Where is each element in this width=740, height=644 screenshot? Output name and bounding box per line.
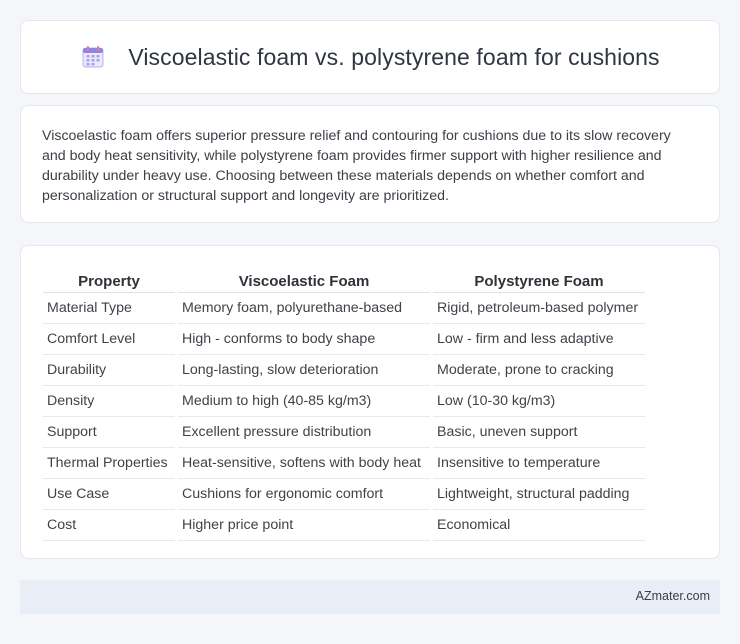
- table-header-row: Property Viscoelastic Foam Polystyrene F…: [43, 264, 645, 293]
- page-title: Viscoelastic foam vs. polystyrene foam f…: [128, 43, 660, 70]
- column-header-viscoelastic: Viscoelastic Foam: [178, 264, 430, 293]
- title-card: Viscoelastic foam vs. polystyrene foam f…: [20, 20, 720, 94]
- comparison-table-card: Property Viscoelastic Foam Polystyrene F…: [20, 245, 720, 559]
- table-cell-polystyrene: Economical: [433, 510, 645, 541]
- table-cell-property: Comfort Level: [43, 324, 175, 355]
- comparison-table: Property Viscoelastic Foam Polystyrene F…: [40, 264, 648, 541]
- table-cell-polystyrene: Basic, uneven support: [433, 417, 645, 448]
- table-cell-polystyrene: Low - firm and less adaptive: [433, 324, 645, 355]
- table-cell-property: Durability: [43, 355, 175, 386]
- table-row: Use Case Cushions for ergonomic comfort Li…: [43, 479, 645, 510]
- summary-text: Viscoelastic foam offers superior pressu…: [42, 128, 671, 204]
- table-cell-polystyrene: Insensitive to temperature: [433, 448, 645, 479]
- table-row: Material Type Memory foam, polyurethane-b…: [43, 293, 645, 324]
- table-row: Thermal Properties Heat-sensitive, soften…: [43, 448, 645, 479]
- table-cell-viscoelastic: High - conforms to body shape: [178, 324, 430, 355]
- table-row: Comfort Level High - conforms to body sha…: [43, 324, 645, 355]
- column-header-property: Property: [43, 264, 175, 293]
- table-cell-property: Thermal Properties: [43, 448, 175, 479]
- table-cell-viscoelastic: Cushions for ergonomic comfort: [178, 479, 430, 510]
- footer: AZmater.com: [20, 580, 720, 614]
- table-row: Density Medium to high (40-85 kg/m3) Low (…: [43, 386, 645, 417]
- table-cell-property: Support: [43, 417, 175, 448]
- table-cell-viscoelastic: Long-lasting, slow deterioration: [178, 355, 430, 386]
- table-cell-viscoelastic: Excellent pressure distribution: [178, 417, 430, 448]
- table-cell-polystyrene: Rigid, petroleum-based polymer: [433, 293, 645, 324]
- table-cell-property: Density: [43, 386, 175, 417]
- table-cell-viscoelastic: Heat-sensitive, softens with body heat: [178, 448, 430, 479]
- table-cell-property: Use Case: [43, 479, 175, 510]
- table-cell-viscoelastic: Higher price point: [178, 510, 430, 541]
- table-row: Cost Higher price point Economical: [43, 510, 645, 541]
- table-row: Durability Long-lasting, slow deteriorati…: [43, 355, 645, 386]
- table-cell-viscoelastic: Memory foam, polyurethane-based: [178, 293, 430, 324]
- column-header-polystyrene: Polystyrene Foam: [433, 264, 645, 293]
- table-cell-property: Material Type: [43, 293, 175, 324]
- table-row: Support Excellent pressure distribution Ba…: [43, 417, 645, 448]
- table-cell-polystyrene: Moderate, prone to cracking: [433, 355, 645, 386]
- footer-brand: AZmater.com: [635, 589, 710, 603]
- table-cell-polystyrene: Low (10-30 kg/m3): [433, 386, 645, 417]
- summary-card: Viscoelastic foam offers superior pressu…: [20, 105, 720, 223]
- table-cell-property: Cost: [43, 510, 175, 541]
- table-cell-polystyrene: Lightweight, structural padding: [433, 479, 645, 510]
- table-cell-viscoelastic: Medium to high (40-85 kg/m3): [178, 386, 430, 417]
- calendar-icon: [80, 44, 106, 70]
